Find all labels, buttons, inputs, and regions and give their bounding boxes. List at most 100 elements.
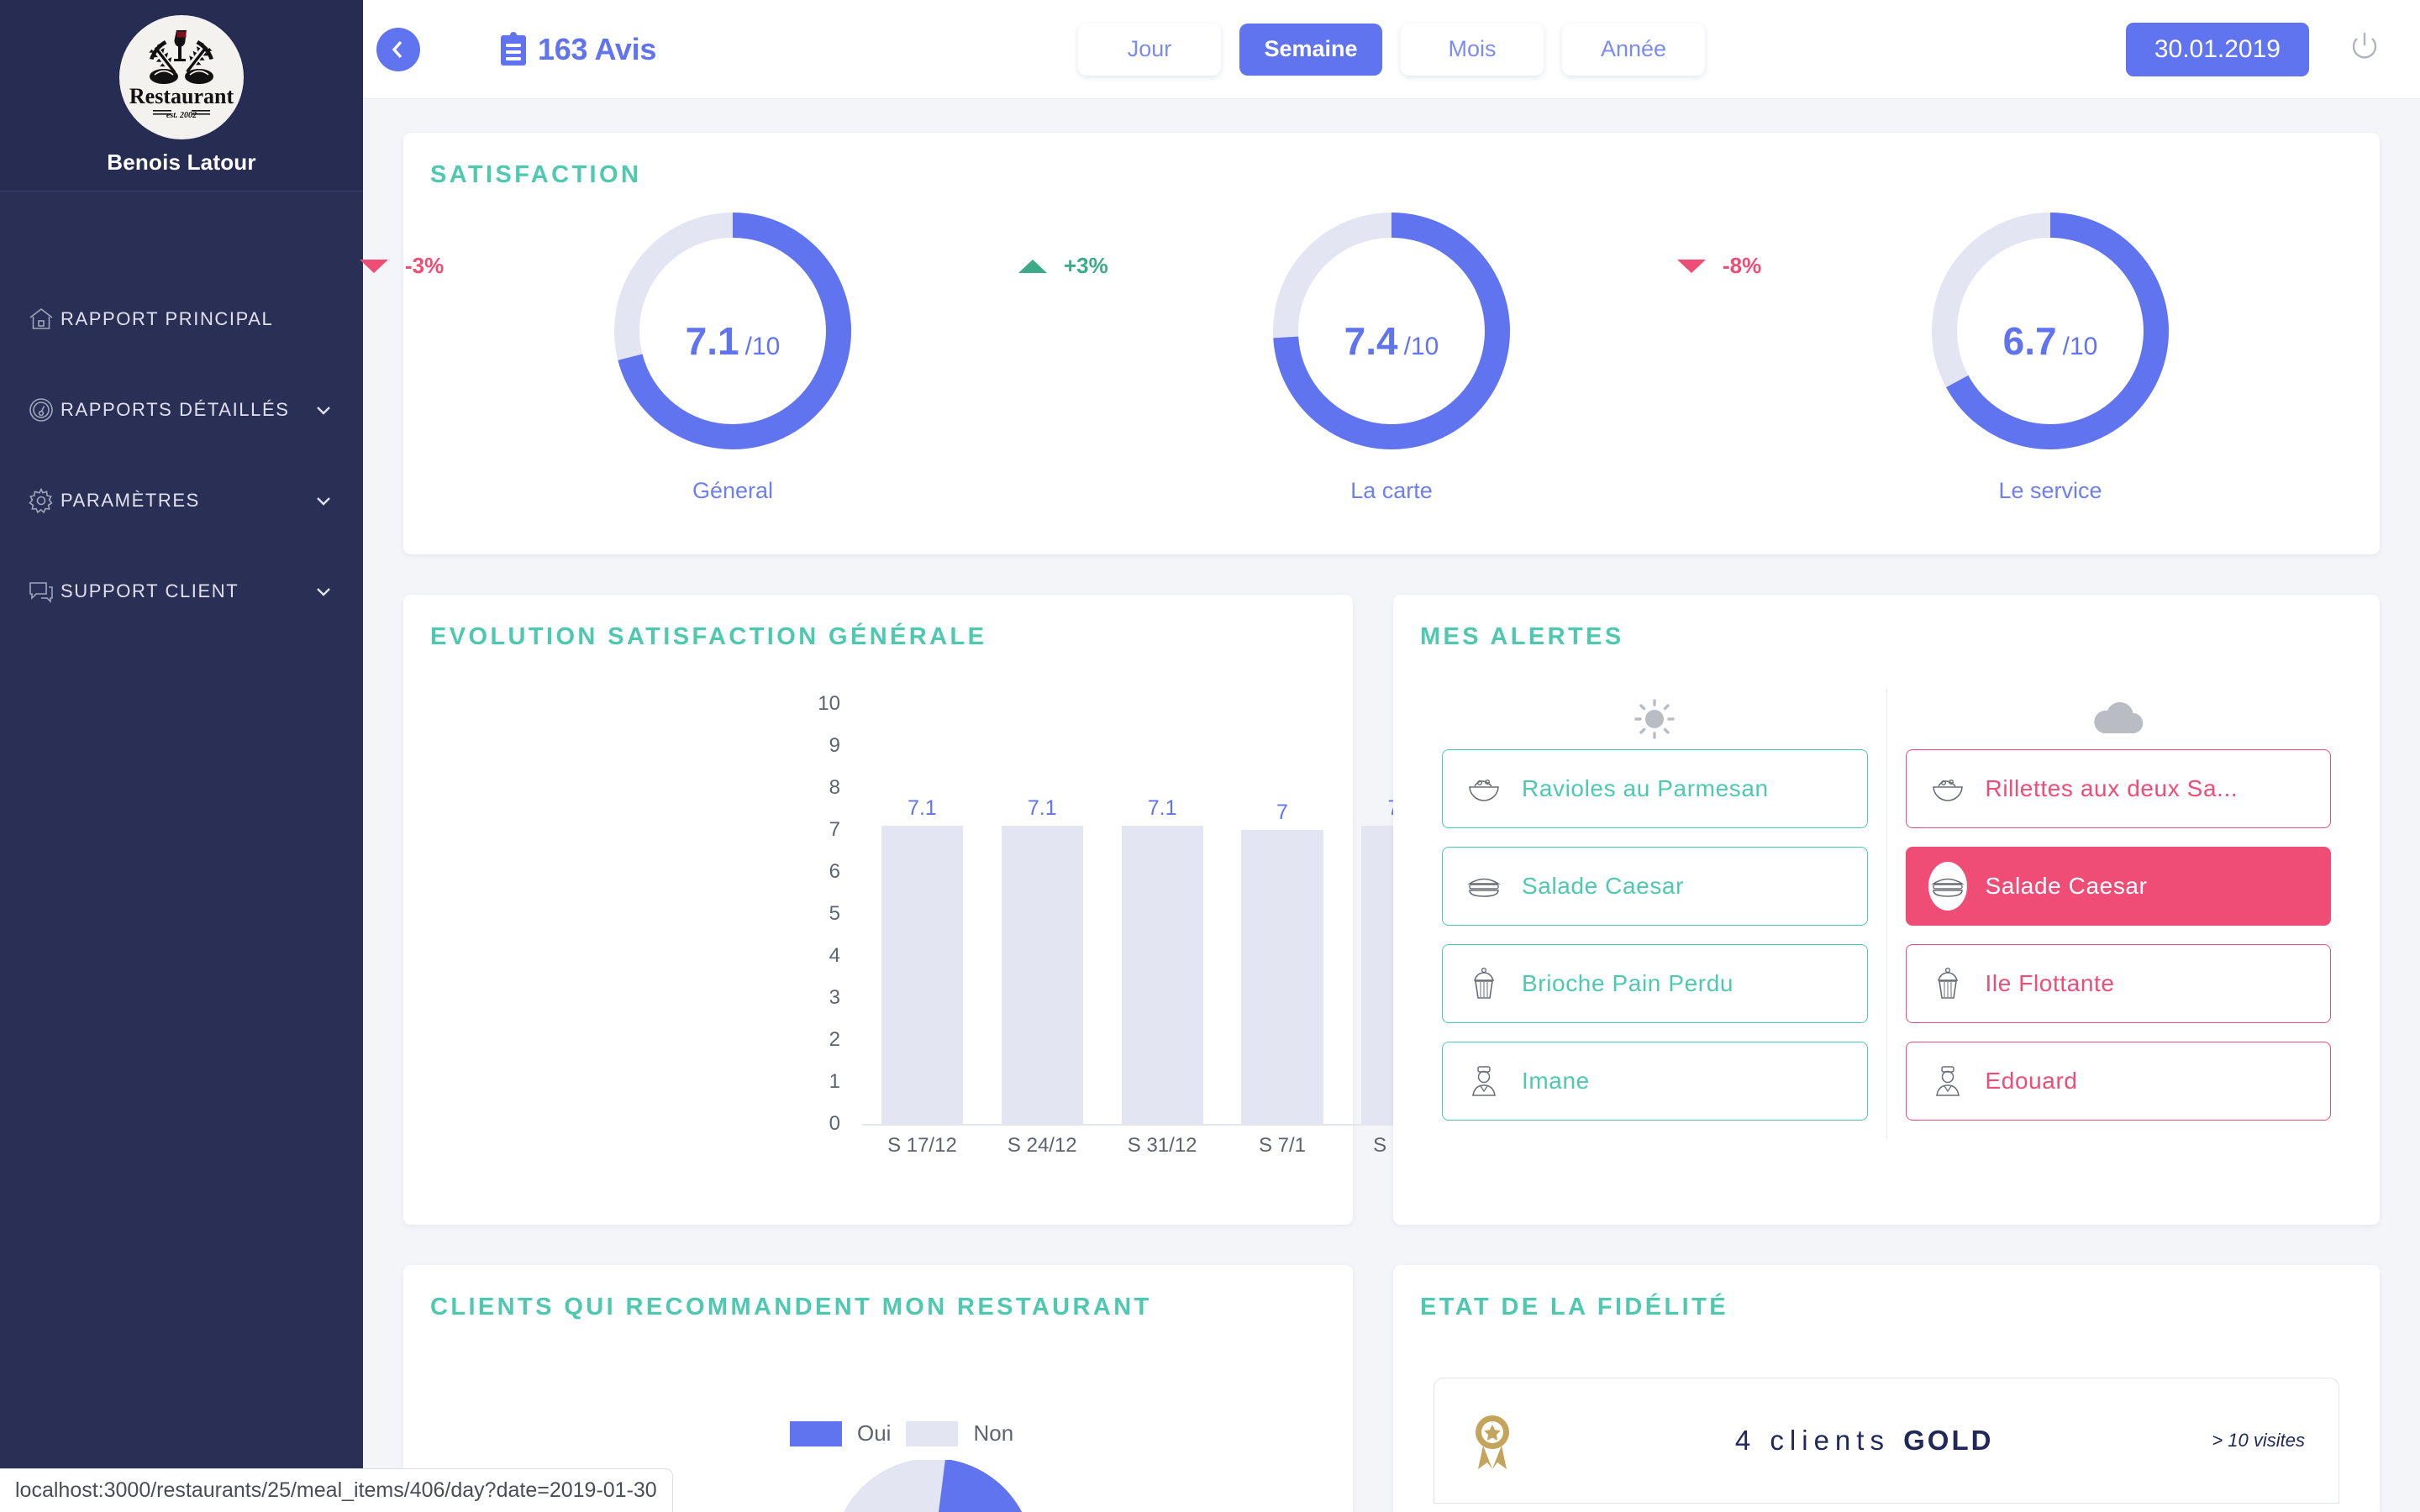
alert-item-label: Salade Caesar <box>1522 873 1685 899</box>
alert-item[interactable]: Salade Caesar <box>1905 847 2331 926</box>
bar[interactable] <box>1001 826 1083 1124</box>
logo-established: est. 2002 <box>166 111 197 120</box>
tab-mois[interactable]: Mois <box>1401 23 1544 76</box>
bar[interactable] <box>881 826 963 1124</box>
recommend-pie-chart <box>823 1458 1042 1512</box>
main-area: 163 Avis Jour Semaine Mois Année 30.01.2… <box>360 0 2420 1512</box>
dashboard-content: SATISFACTION -3% 7.1 /10 Géneral +3% 7.4… <box>360 99 2420 1512</box>
gauge-max: /10 <box>744 333 781 360</box>
cupcake-icon <box>1928 967 1967 1000</box>
gauge-icon <box>22 396 60 424</box>
sidebar-item-parametres[interactable]: PARAMÈTRES <box>0 475 363 526</box>
gold-tier: GOLD <box>1903 1425 1994 1456</box>
bar-value-label: 7.1 <box>1147 796 1177 820</box>
fidelity-gold-note: > 10 visites <box>2212 1430 2305 1451</box>
tab-semaine[interactable]: Semaine <box>1239 23 1382 76</box>
fidelity-gold-row[interactable]: 4 clients GOLD > 10 visites <box>1434 1378 2339 1504</box>
gauge-label: Le service <box>1998 478 2102 503</box>
gauge-max: /10 <box>2062 333 2098 360</box>
home-icon <box>22 305 60 333</box>
bar-slot[interactable]: 7.1 <box>862 704 982 1124</box>
alert-item-label: Brioche Pain Perdu <box>1522 970 1734 996</box>
bar-value-label: 7.1 <box>908 796 937 820</box>
donut-chart: 6.7 /10 <box>1920 201 2181 461</box>
alert-item[interactable]: Imane <box>1442 1042 1868 1121</box>
gauge-la-carte: +3% 7.4 /10 La carte <box>1018 201 1721 504</box>
bar[interactable] <box>1121 826 1203 1124</box>
waiter-icon <box>1928 1064 1967 1098</box>
sidebar-item-label: SUPPORT CLIENT <box>60 580 239 601</box>
back-button[interactable] <box>376 27 420 71</box>
x-tick-label: S 24/12 <box>1007 1134 1077 1157</box>
power-icon[interactable] <box>2346 29 2383 70</box>
gauge-label: Géneral <box>692 478 774 503</box>
y-axis: 10 9 8 7 6 5 4 3 2 1 0 <box>798 692 840 1135</box>
alert-item[interactable]: Salade Caesar <box>1442 847 1868 926</box>
bar-slot[interactable]: 7.1 <box>1102 704 1223 1124</box>
sidebar-item-label: RAPPORT PRINCIPAL <box>60 308 274 329</box>
legend-swatch-non <box>906 1420 959 1446</box>
salad-bowl-icon <box>1465 774 1503 803</box>
gauge-general: -3% 7.1 /10 Géneral <box>360 201 1062 504</box>
donut-chart: 7.4 /10 <box>1261 201 1522 461</box>
sidebar-item-support-client[interactable]: SUPPORT CLIENT <box>0 566 363 617</box>
alert-item[interactable]: Brioche Pain Perdu <box>1442 944 1868 1023</box>
sidebar-item-rapports-detailles[interactable]: RAPPORTS DÉTAILLÉS <box>0 385 363 435</box>
fidelity-gold-text: 4 clients GOLD <box>1550 1425 2178 1457</box>
tab-jour[interactable]: Jour <box>1078 23 1221 76</box>
sun-icon <box>1442 689 1868 749</box>
gauge-score: 6.7 <box>2002 319 2057 363</box>
y-tick-label: 4 <box>829 944 840 967</box>
tab-annee[interactable]: Année <box>1562 23 1705 76</box>
chevron-down-icon[interactable] <box>313 490 334 512</box>
alert-item-label: Rillettes aux deux Sa... <box>1985 775 2238 801</box>
gauge-le-service: -8% 6.7 /10 Le service <box>1677 201 2380 504</box>
medal-icon <box>1468 1409 1517 1473</box>
clipboard-icon <box>499 31 528 67</box>
bar-slot[interactable]: 7 <box>1223 704 1343 1124</box>
bar-value-label: 7.1 <box>1027 796 1057 820</box>
gauge-score: 7.1 <box>685 319 739 363</box>
y-tick-label: 9 <box>829 734 840 757</box>
y-tick-label: 10 <box>818 692 840 715</box>
legend-swatch-oui <box>790 1420 842 1446</box>
bar-value-label: 7 <box>1276 801 1288 824</box>
burger-icon <box>1928 862 1967 911</box>
triangle-up-icon <box>1018 259 1047 273</box>
middle-row: EVOLUTION SATISFACTION GÉNÉRALE 10 9 8 7 6 5 4… <box>403 595 2380 1225</box>
sidebar-nav: RAPPORT PRINCIPAL RAPPORTS DÉTAILLÉS PAR… <box>0 294 363 657</box>
alert-item[interactable]: Ile Flottante <box>1905 944 2331 1023</box>
reviews-indicator: 163 Avis <box>499 31 656 67</box>
legend-label-oui: Oui <box>857 1420 892 1446</box>
y-tick-label: 5 <box>829 902 840 925</box>
alerts-card: MES ALERTES Ravioles au Parmesan Salade C… <box>1393 595 2380 1225</box>
triangle-down-icon <box>1677 259 1706 273</box>
sidebar-item-rapport-principal[interactable]: RAPPORT PRINCIPAL <box>0 294 363 344</box>
bar-slot[interactable]: 7.1 <box>982 704 1102 1124</box>
gauge-label: La carte <box>1350 478 1433 503</box>
y-tick-label: 7 <box>829 818 840 841</box>
legend-label-non: Non <box>973 1420 1014 1446</box>
chat-icon <box>22 577 60 606</box>
alerts-column-bad: Rillettes aux deux Sa... Salade Caesar Ile… <box>1887 689 2350 1139</box>
alert-item[interactable]: Edouard <box>1905 1042 2331 1121</box>
bar[interactable] <box>1241 830 1323 1124</box>
topbar: 163 Avis Jour Semaine Mois Année 30.01.2… <box>363 0 2420 99</box>
chevron-down-icon[interactable] <box>313 399 334 421</box>
alert-item[interactable]: Rillettes aux deux Sa... <box>1905 749 2331 828</box>
cloud-icon <box>1906 689 2332 749</box>
fidelity-card: ETAT DE LA FIDÉLITÉ 4 clients GOLD > 10 … <box>1393 1265 2380 1512</box>
gold-word: clients <box>1770 1425 1890 1456</box>
y-tick-label: 0 <box>829 1112 840 1135</box>
waiter-icon <box>1465 1064 1503 1098</box>
date-button[interactable]: 30.01.2019 <box>2125 22 2309 76</box>
alert-item[interactable]: Ravioles au Parmesan <box>1442 749 1868 828</box>
cupcake-icon <box>1465 967 1503 1000</box>
gold-count: 4 <box>1734 1425 1757 1456</box>
brand-name: Benois Latour <box>107 150 256 175</box>
chevron-down-icon[interactable] <box>313 580 334 602</box>
logo-wordmark: Restaurant <box>129 84 234 108</box>
delta-value: -3% <box>405 253 445 278</box>
alert-item-label: Edouard <box>1985 1068 2078 1094</box>
alerts-column-good: Ravioles au Parmesan Salade Caesar Brioche… <box>1423 689 1887 1139</box>
